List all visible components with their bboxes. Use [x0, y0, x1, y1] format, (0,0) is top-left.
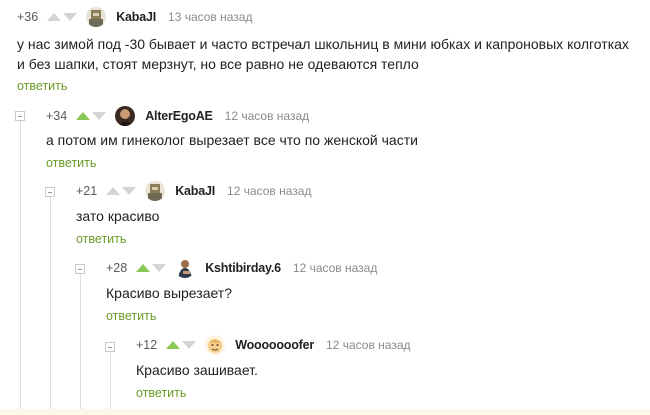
reply-link[interactable]: ответить: [136, 386, 186, 400]
thread-line[interactable]: [80, 272, 81, 415]
collapse-thread-button[interactable]: [15, 111, 25, 121]
downvote-arrow-icon[interactable]: [91, 110, 107, 122]
downvote-arrow-icon[interactable]: [62, 11, 78, 23]
collapse-thread-button[interactable]: [105, 342, 115, 352]
comment-rating: +28: [106, 261, 128, 275]
avatar[interactable]: [175, 258, 196, 278]
reply-link[interactable]: ответить: [106, 309, 156, 323]
comment-text: а потом им гинеколог вырезает все что по…: [46, 132, 418, 148]
comment-text: у нас зимой под -30 бывает и часто встре…: [17, 36, 629, 72]
upvote-arrow-icon[interactable]: [165, 339, 181, 351]
comment-author[interactable]: Kshtibirday.6: [205, 261, 281, 275]
comment-timestamp[interactable]: 12 часов назад: [225, 109, 309, 123]
avatar[interactable]: [145, 181, 166, 201]
upvote-arrow-icon[interactable]: [46, 11, 62, 23]
avatar[interactable]: [86, 7, 107, 27]
upvote-arrow-icon[interactable]: [135, 262, 151, 274]
comment-text: зато красиво: [76, 208, 160, 224]
collapse-thread-button[interactable]: [45, 187, 55, 197]
downvote-arrow-icon[interactable]: [121, 185, 137, 197]
comment-rating: +12: [136, 338, 158, 352]
comment-timestamp[interactable]: 12 часов назад: [227, 184, 311, 198]
next-comment-edge: [0, 409, 650, 415]
comment-author[interactable]: AlterEgoAE: [145, 109, 213, 123]
collapse-thread-button[interactable]: [75, 264, 85, 274]
avatar[interactable]: [205, 335, 226, 355]
avatar[interactable]: [115, 106, 136, 126]
comment-text: Красиво вырезает?: [106, 285, 232, 301]
downvote-arrow-icon[interactable]: [151, 262, 167, 274]
thread-line[interactable]: [20, 119, 21, 415]
comment-author[interactable]: KabaJI: [116, 10, 156, 24]
comment-timestamp[interactable]: 12 часов назад: [293, 261, 377, 275]
reply-link[interactable]: ответить: [76, 232, 126, 246]
thread-line[interactable]: [50, 195, 51, 415]
comment-author[interactable]: Wooooooofer: [235, 338, 314, 352]
downvote-arrow-icon[interactable]: [181, 339, 197, 351]
upvote-arrow-icon[interactable]: [105, 185, 121, 197]
comment-rating: +21: [76, 184, 98, 198]
comment-text: Красиво зашивает.: [136, 362, 258, 378]
comment-timestamp[interactable]: 13 часов назад: [168, 10, 252, 24]
comment-timestamp[interactable]: 12 часов назад: [326, 338, 410, 352]
reply-link[interactable]: ответить: [17, 79, 67, 93]
comment-rating: +36: [17, 10, 39, 24]
comment-rating: +34: [46, 109, 68, 123]
comment-author[interactable]: KabaJI: [175, 184, 215, 198]
thread-line[interactable]: [110, 350, 111, 415]
reply-link[interactable]: ответить: [46, 156, 96, 170]
upvote-arrow-icon[interactable]: [75, 110, 91, 122]
